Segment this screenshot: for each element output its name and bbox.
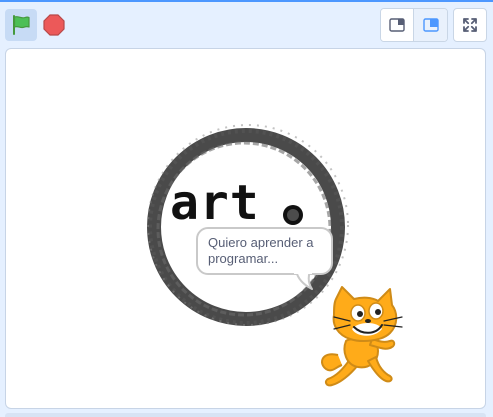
small-stage-layout-icon [389, 18, 405, 32]
cat-sprite-icon[interactable] [312, 285, 416, 393]
normal-stage-layout-icon [422, 18, 439, 32]
normal-stage-button[interactable] [414, 9, 447, 41]
stage-wrapper: art Quiero aprender a programar... [0, 0, 493, 417]
small-stage-button[interactable] [381, 9, 414, 41]
green-flag-button[interactable] [5, 9, 37, 41]
fullscreen-icon [463, 18, 477, 32]
stage-bottom-edge [5, 413, 486, 417]
green-flag-icon [13, 15, 30, 35]
stage-header-controls [0, 2, 493, 46]
stage-size-toggle [380, 8, 448, 42]
fullscreen-button[interactable] [453, 8, 487, 42]
stage-canvas[interactable]: art Quiero aprender a programar... [5, 48, 486, 409]
art-logo-text: art [170, 175, 260, 231]
speech-bubble: Quiero aprender a programar... [196, 227, 333, 275]
stop-sign-icon [43, 14, 65, 36]
stop-button[interactable] [40, 9, 68, 41]
